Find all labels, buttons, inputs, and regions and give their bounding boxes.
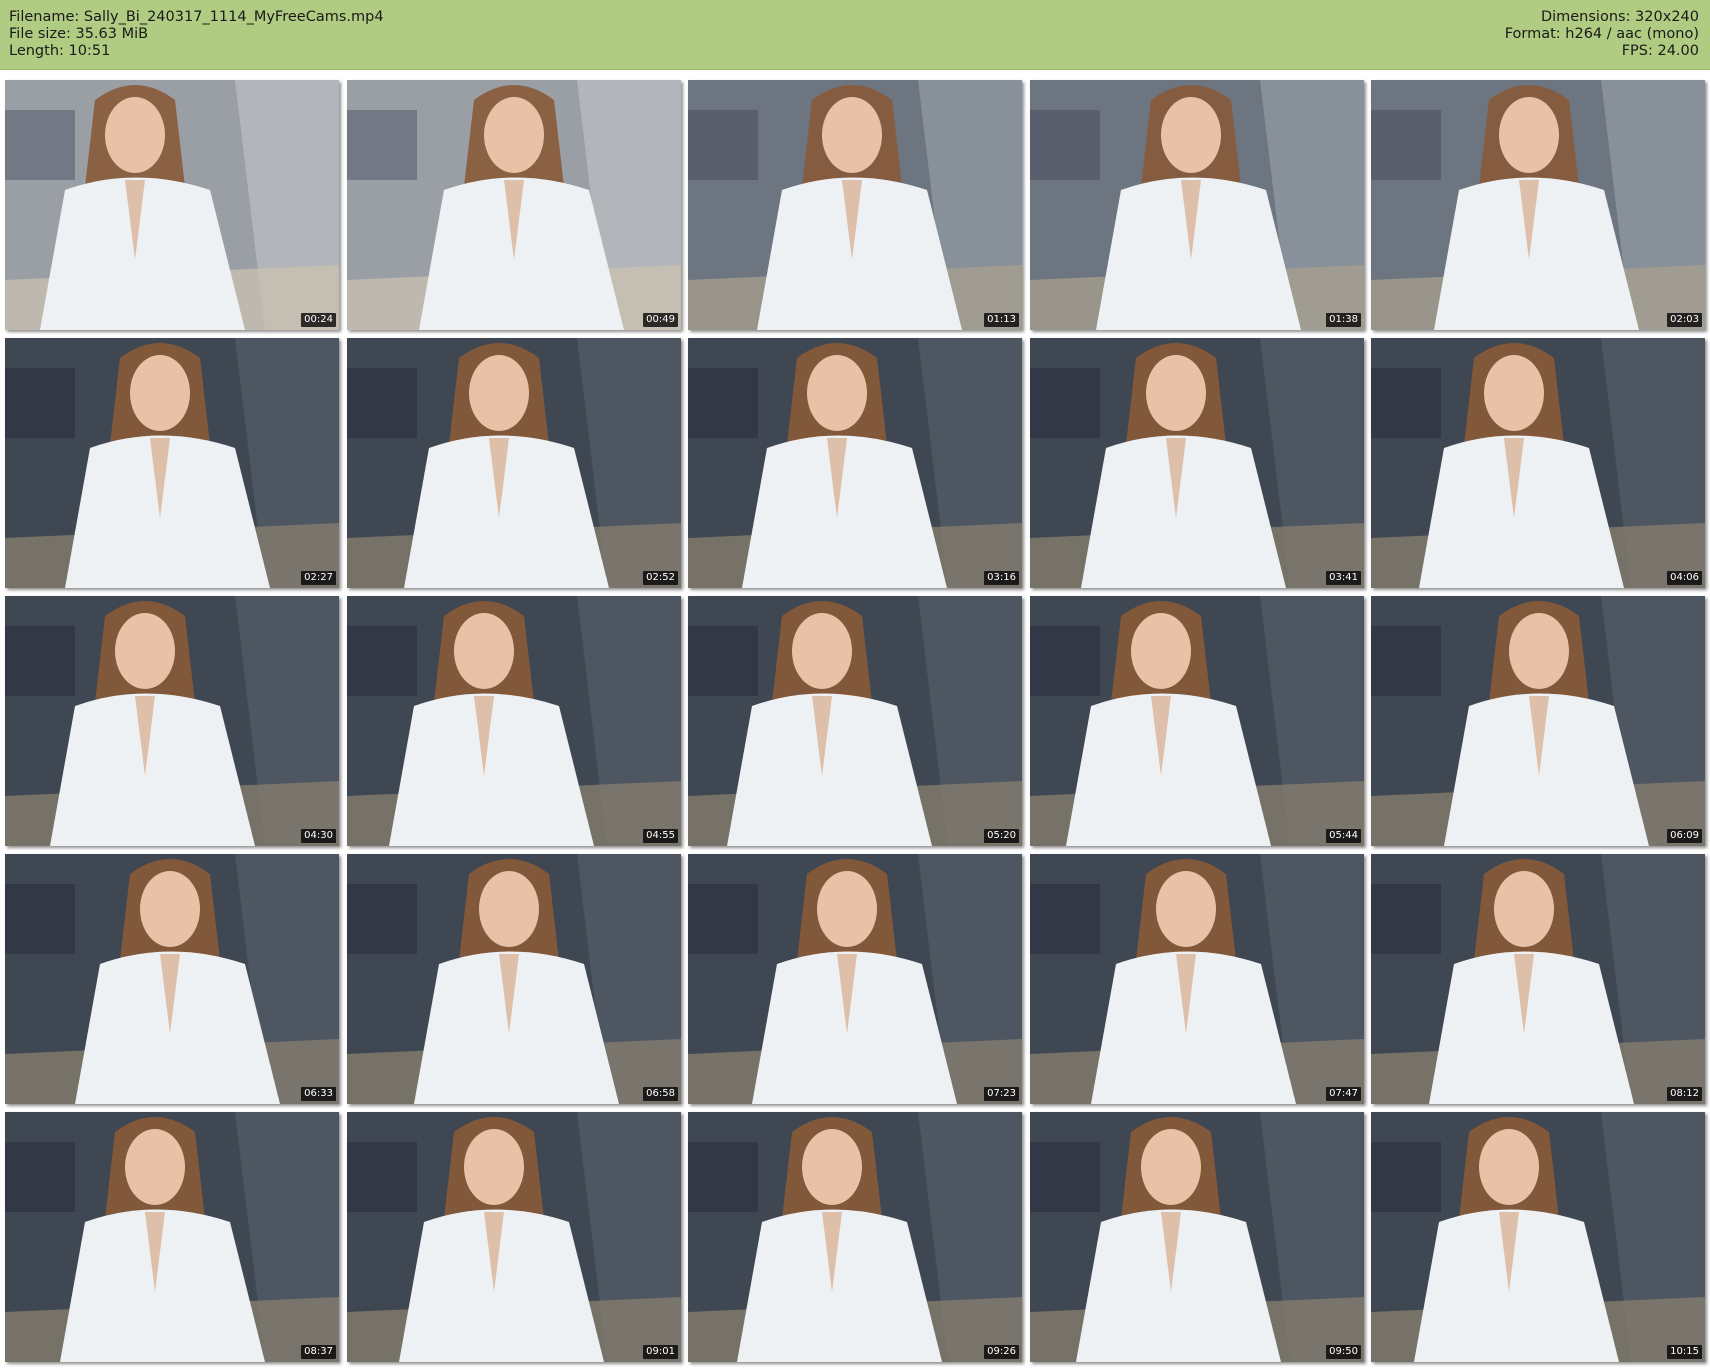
timestamp-label: 02:03 xyxy=(1667,313,1702,327)
thumbnail-image xyxy=(688,1112,1022,1362)
fps-text: FPS: 24.00 xyxy=(1621,43,1699,59)
timestamp-label: 09:50 xyxy=(1326,1345,1361,1359)
thumbnail-image xyxy=(688,854,1022,1104)
thumbnail-frame: 06:33 xyxy=(5,854,339,1104)
thumbnail-frame: 08:12 xyxy=(1371,854,1705,1104)
thumbnail-frame: 09:26 xyxy=(688,1112,1022,1362)
timestamp-label: 06:58 xyxy=(643,1087,678,1101)
thumbnail-image xyxy=(347,1112,681,1362)
timestamp-label: 07:23 xyxy=(984,1087,1019,1101)
thumbnail-image xyxy=(1030,854,1364,1104)
timestamp-label: 02:27 xyxy=(301,571,336,585)
thumbnail-image xyxy=(688,338,1022,588)
thumbnail-frame: 04:55 xyxy=(347,596,681,846)
thumbnail-frame: 00:24 xyxy=(5,80,339,330)
timestamp-label: 04:30 xyxy=(301,829,336,843)
timestamp-label: 03:16 xyxy=(984,571,1019,585)
thumbnail-image xyxy=(347,80,681,330)
length-text: Length: 10:51 xyxy=(9,43,111,59)
thumbnail-image xyxy=(1030,338,1364,588)
timestamp-label: 10:15 xyxy=(1667,1345,1702,1359)
thumbnail-frame: 06:09 xyxy=(1371,596,1705,846)
thumbnail-frame: 01:13 xyxy=(688,80,1022,330)
filesize-text: File size: 35.63 MiB xyxy=(9,26,149,42)
timestamp-label: 00:49 xyxy=(643,313,678,327)
file-info: Filename: Sally_Bi_240317_1114_MyFreeCam… xyxy=(9,9,384,60)
thumbnail-image xyxy=(688,596,1022,846)
thumbnail-image xyxy=(347,854,681,1104)
thumbnail-image xyxy=(1371,854,1705,1104)
format-text: Format: h264 / aac (mono) xyxy=(1504,26,1699,42)
thumbnail-frame: 03:41 xyxy=(1030,338,1364,588)
thumbnail-frame: 04:06 xyxy=(1371,338,1705,588)
thumbnail-grid: 00:24 00:49 01:13 01:38 02:03 02:27 02:52 03:16… xyxy=(5,80,1705,1364)
thumbnail-frame: 06:58 xyxy=(347,854,681,1104)
thumbnail-frame: 07:47 xyxy=(1030,854,1364,1104)
thumbnail-image xyxy=(5,80,339,330)
thumbnail-image xyxy=(5,338,339,588)
timestamp-label: 04:06 xyxy=(1667,571,1702,585)
thumbnail-frame: 10:15 xyxy=(1371,1112,1705,1362)
thumbnail-frame: 09:50 xyxy=(1030,1112,1364,1362)
timestamp-label: 01:13 xyxy=(984,313,1019,327)
thumbnail-frame: 05:20 xyxy=(688,596,1022,846)
thumbnail-frame: 02:52 xyxy=(347,338,681,588)
timestamp-label: 07:47 xyxy=(1326,1087,1361,1101)
thumbnail-image xyxy=(347,596,681,846)
thumbnail-image xyxy=(347,338,681,588)
thumbnail-image xyxy=(5,854,339,1104)
thumbnail-image xyxy=(1371,338,1705,588)
thumbnail-image xyxy=(5,596,339,846)
timestamp-label: 08:37 xyxy=(301,1345,336,1359)
timestamp-label: 01:38 xyxy=(1326,313,1361,327)
thumbnail-frame: 02:03 xyxy=(1371,80,1705,330)
thumbnail-image xyxy=(1371,596,1705,846)
timestamp-label: 06:33 xyxy=(301,1087,336,1101)
info-header: Filename: Sally_Bi_240317_1114_MyFreeCam… xyxy=(0,0,1710,70)
thumbnail-frame: 05:44 xyxy=(1030,596,1364,846)
timestamp-label: 02:52 xyxy=(643,571,678,585)
filename-text: Filename: Sally_Bi_240317_1114_MyFreeCam… xyxy=(9,9,384,25)
thumbnail-image xyxy=(1030,1112,1364,1362)
timestamp-label: 08:12 xyxy=(1667,1087,1702,1101)
timestamp-label: 06:09 xyxy=(1667,829,1702,843)
timestamp-label: 04:55 xyxy=(643,829,678,843)
thumbnail-frame: 03:16 xyxy=(688,338,1022,588)
thumbnail-image xyxy=(1030,596,1364,846)
thumbnail-frame: 00:49 xyxy=(347,80,681,330)
thumbnail-frame: 02:27 xyxy=(5,338,339,588)
dimensions-text: Dimensions: 320x240 xyxy=(1540,9,1699,25)
thumbnail-frame: 07:23 xyxy=(688,854,1022,1104)
timestamp-label: 09:26 xyxy=(984,1345,1019,1359)
video-info: Dimensions: 320x240 Format: h264 / aac (… xyxy=(1505,9,1699,60)
timestamp-label: 09:01 xyxy=(643,1345,678,1359)
thumbnail-frame: 04:30 xyxy=(5,596,339,846)
thumbnail-frame: 08:37 xyxy=(5,1112,339,1362)
thumbnail-frame: 09:01 xyxy=(347,1112,681,1362)
timestamp-label: 05:20 xyxy=(984,829,1019,843)
timestamp-label: 00:24 xyxy=(301,313,336,327)
timestamp-label: 05:44 xyxy=(1326,829,1361,843)
thumbnail-image xyxy=(1030,80,1364,330)
thumbnail-frame: 01:38 xyxy=(1030,80,1364,330)
thumbnail-image xyxy=(5,1112,339,1362)
thumbnail-image xyxy=(1371,1112,1705,1362)
thumbnail-image xyxy=(688,80,1022,330)
thumbnail-image xyxy=(1371,80,1705,330)
timestamp-label: 03:41 xyxy=(1326,571,1361,585)
